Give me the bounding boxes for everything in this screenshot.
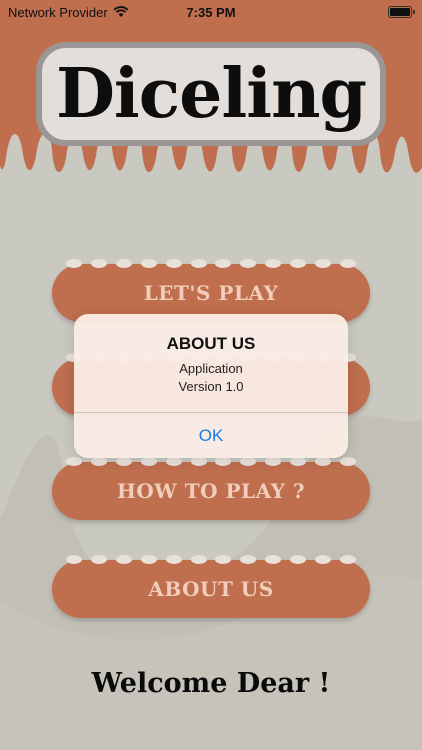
how-to-play-button[interactable]: HOW TO PLAY ? [52, 457, 370, 520]
alert-ok-button[interactable]: OK [74, 413, 348, 458]
battery-fill [390, 8, 410, 16]
status-time: 7:35 PM [186, 4, 236, 20]
about-us-alert: ABOUT US Application Version 1.0 OK [74, 314, 348, 458]
welcome-message: Welcome Dear ! [91, 668, 331, 699]
how-to-play-label: HOW TO PLAY ? [116, 479, 306, 503]
alert-title: ABOUT US [166, 334, 256, 353]
lets-play-label: LET'S PLAY [143, 281, 279, 305]
app-title-logo: Diceling [55, 54, 367, 134]
about-us-button[interactable]: ABOUT US [52, 555, 370, 618]
about-us-label: ABOUT US [148, 577, 274, 601]
pill-decoration [66, 555, 356, 567]
alert-message-line1: Application [179, 361, 243, 376]
pill-decoration [66, 259, 356, 271]
status-bar: Network Provider 7:35 PM [0, 0, 422, 24]
alert-message-line2: Version 1.0 [178, 379, 244, 394]
battery-icon [388, 6, 415, 18]
pill-decoration [66, 457, 356, 469]
alert-message: Application Version 1.0 [74, 360, 348, 396]
